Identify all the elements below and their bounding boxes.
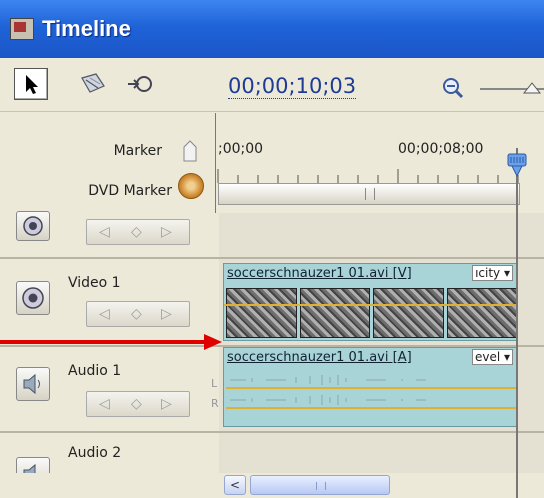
scroll-thumb[interactable] <box>250 475 390 495</box>
clip-effect-menu[interactable]: evel ▾ <box>471 349 513 365</box>
ruler-start-time: ;00;00 <box>218 141 264 157</box>
clip-thumbnails <box>226 288 517 338</box>
marker-button[interactable] <box>180 139 200 167</box>
playhead-icon <box>507 153 527 178</box>
opacity-keyframe-line[interactable] <box>224 304 517 306</box>
keyframe-prev-icon[interactable]: ◁ <box>99 306 110 322</box>
time-ruler[interactable]: ;00;00 00;00;08;00 <box>215 113 544 213</box>
eye-icon <box>23 216 43 236</box>
eye-toggle[interactable] <box>16 211 50 241</box>
scroll-left-button[interactable]: < <box>224 475 246 495</box>
video-track-2: ◁ ◇ ▷ <box>0 211 544 257</box>
audio-track-2: Audio 2 <box>0 433 544 473</box>
clip-effect-menu[interactable]: ıcity ▾ <box>472 265 513 281</box>
track-area[interactable] <box>219 433 544 473</box>
track-header: Audio 2 <box>0 433 218 473</box>
track-name: Audio 2 <box>68 445 122 461</box>
snap-tool-icon <box>128 76 152 92</box>
clip-thumbnail <box>373 288 444 338</box>
audio-track-1: Audio 1 ◁ ◇ ▷ L R soccerschnauzer1 01.av… <box>0 347 544 431</box>
keyframe-next-icon[interactable]: ▷ <box>161 396 172 412</box>
audio-channel-left: L <box>211 377 218 390</box>
dvd-marker-label: DVD Marker <box>88 183 172 199</box>
track-name: Video 1 <box>68 275 121 291</box>
selection-tool-icon <box>26 75 38 94</box>
timeline-toolbar: 00;00;10;03 <box>0 58 544 112</box>
video-clip[interactable]: soccerschnauzer1 01.avi [V] ıcity ▾ <box>223 263 518 341</box>
clip-title: soccerschnauzer1 01.avi [A] <box>227 350 412 365</box>
keyframe-next-icon[interactable]: ▷ <box>161 224 172 240</box>
annotation-arrow <box>0 334 222 350</box>
window-title: Timeline <box>42 16 131 41</box>
zoom-out-icon <box>443 78 464 99</box>
clip-thumbnail <box>226 288 297 338</box>
audio-channel-right: R <box>211 397 219 410</box>
horizontal-scrollbar[interactable]: < <box>0 473 544 498</box>
audio-waveform <box>226 375 517 409</box>
snap-tool-button[interactable] <box>124 68 158 100</box>
zoom-slider-thumb[interactable] <box>522 80 542 99</box>
selection-tool-button[interactable] <box>14 68 48 100</box>
marker-icon <box>183 140 197 162</box>
playhead-line <box>516 148 518 498</box>
keyframe-nav: ◁ ◇ ▷ <box>86 301 190 327</box>
zoom-out-button[interactable] <box>440 75 466 105</box>
marker-label: Marker <box>113 143 162 159</box>
ruler-ticks <box>217 169 519 183</box>
keyframe-add-icon[interactable]: ◇ <box>131 224 142 240</box>
work-area-bar[interactable] <box>218 183 520 205</box>
timecode-display[interactable]: 00;00;10;03 <box>228 74 357 99</box>
keyframe-prev-icon[interactable]: ◁ <box>99 396 110 412</box>
clip-thumbnail <box>299 288 370 338</box>
ruler-mid-time: 00;00;08;00 <box>398 141 484 157</box>
keyframe-next-icon[interactable]: ▷ <box>161 306 172 322</box>
zoom-slider-thumb-icon <box>522 82 542 94</box>
keyframe-add-icon[interactable]: ◇ <box>131 396 142 412</box>
playhead[interactable] <box>505 152 529 186</box>
audio-clip[interactable]: soccerschnauzer1 01.avi [A] evel ▾ <box>223 347 518 427</box>
speaker-icon <box>23 373 40 395</box>
keyframe-prev-icon[interactable]: ◁ <box>99 224 110 240</box>
eye-toggle[interactable] <box>16 281 50 315</box>
scroll-left-icon: < <box>229 478 241 492</box>
speaker-toggle[interactable] <box>16 367 50 401</box>
dvd-marker-icon[interactable] <box>178 173 204 199</box>
razor-tool-icon <box>81 73 105 93</box>
track-area[interactable] <box>219 213 544 257</box>
track-name: Audio 1 <box>68 363 122 379</box>
clip-thumbnail <box>446 288 517 338</box>
clip-title: soccerschnauzer1 01.avi [V] <box>227 266 412 281</box>
speaker-toggle[interactable] <box>16 457 50 473</box>
track-area[interactable]: soccerschnauzer1 01.avi [V] ıcity ▾ <box>219 259 544 345</box>
keyframe-nav: ◁ ◇ ▷ <box>86 391 190 417</box>
title-bar: Timeline <box>0 0 544 58</box>
app-icon <box>10 18 34 40</box>
timeline-header: Marker DVD Marker ;00;00 00;00;08;00 <box>0 113 544 213</box>
work-area-grip[interactable] <box>365 188 375 200</box>
track-header: Audio 1 ◁ ◇ ▷ <box>0 347 218 431</box>
track-header: ◁ ◇ ▷ <box>0 211 218 257</box>
eye-icon <box>22 287 44 309</box>
track-area[interactable]: L R soccerschnauzer1 01.avi [A] evel ▾ <box>211 347 544 431</box>
razor-tool-button[interactable] <box>76 68 110 100</box>
speaker-icon <box>23 463 36 473</box>
keyframe-add-icon[interactable]: ◇ <box>131 306 142 322</box>
keyframe-nav: ◁ ◇ ▷ <box>86 219 190 245</box>
